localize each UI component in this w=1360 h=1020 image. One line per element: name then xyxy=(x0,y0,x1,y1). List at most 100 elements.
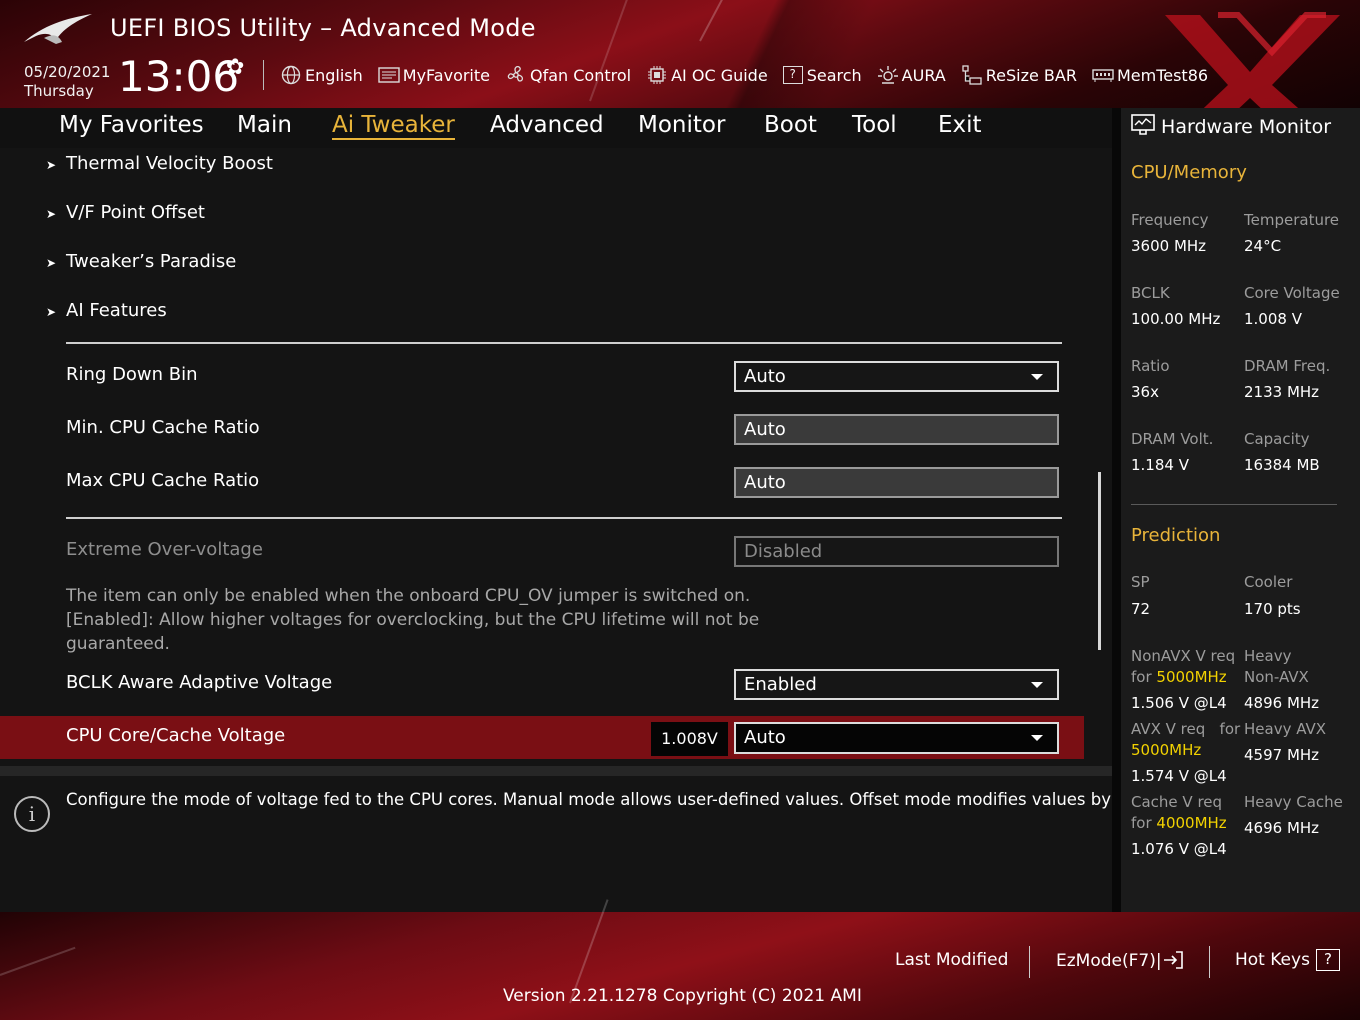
footer-bar: Last Modified EzMode(F7)| Hot Keys? Vers… xyxy=(0,899,1360,1020)
tab-ai-tweaker[interactable]: Ai Tweaker xyxy=(332,112,455,140)
sp-value: 72 xyxy=(1131,600,1151,618)
ezmode-button[interactable]: EzMode(F7)| xyxy=(1056,950,1184,971)
rog-logo xyxy=(24,14,92,44)
help-line: The item can only be enabled when the on… xyxy=(66,586,751,606)
nonavx-freq: 5000MHz xyxy=(1156,668,1227,686)
submenu-tweakers-paradise[interactable]: ➤ Tweaker’s Paradise xyxy=(46,251,236,272)
heavy-nonavx-value: 4896 MHz xyxy=(1244,694,1320,712)
cache-req-value: 1.076 V @L4 xyxy=(1131,840,1227,858)
memory-icon xyxy=(1092,64,1114,86)
ring-down-bin-label: Ring Down Bin xyxy=(66,364,198,385)
aioc-button[interactable]: AI OC Guide xyxy=(646,64,768,86)
prediction-heading: Prediction xyxy=(1131,525,1221,546)
for-text: for xyxy=(1131,668,1152,686)
submenu-label: AI Features xyxy=(66,300,167,321)
version-text: Version 2.21.1278 Copyright (C) 2021 AMI xyxy=(503,986,862,1006)
footer-separator xyxy=(1209,946,1210,978)
max-cache-ratio-label: Max CPU Cache Ratio xyxy=(66,470,260,491)
tab-exit[interactable]: Exit xyxy=(938,112,982,138)
search-button[interactable]: ? Search xyxy=(782,66,862,85)
myfavorite-label: MyFavorite xyxy=(402,65,490,85)
chevron-right-icon: ➤ xyxy=(46,256,57,270)
cooler-value: 170 pts xyxy=(1244,600,1301,618)
monitor-icon xyxy=(1131,114,1161,138)
heavy-cache-label: Heavy Cache xyxy=(1244,793,1343,811)
footer-separator xyxy=(1029,946,1030,978)
header-bar: UEFI BIOS Utility – Advanced Mode 05/20/… xyxy=(0,0,1360,145)
frequency-label: Frequency xyxy=(1131,211,1209,229)
date-text: 05/20/2021 xyxy=(24,63,111,81)
gear-icon[interactable]: ✿ xyxy=(226,55,244,80)
tab-advanced[interactable]: Advanced xyxy=(490,112,604,138)
submenu-label: Tweaker’s Paradise xyxy=(66,251,237,272)
frequency-value: 3600 MHz xyxy=(1131,237,1207,255)
temperature-value: 24°C xyxy=(1244,237,1282,255)
info-text: Configure the mode of voltage fed to the… xyxy=(66,790,1161,809)
submenu-thermal-velocity-boost[interactable]: ➤ Thermal Velocity Boost xyxy=(46,153,273,174)
ratio-label: Ratio xyxy=(1131,357,1170,375)
language-button[interactable]: English xyxy=(280,64,363,86)
panel-gap xyxy=(1112,108,1121,912)
clock-display[interactable]: 13:06 xyxy=(118,52,239,102)
min-cache-ratio-label: Min. CPU Cache Ratio xyxy=(66,417,260,438)
section-divider xyxy=(66,342,1062,344)
chevron-right-icon: ➤ xyxy=(46,207,57,221)
bclk-value: 100.00 MHz xyxy=(1131,310,1221,328)
myfavorite-button[interactable]: MyFavorite xyxy=(378,64,490,86)
dram-freq-label: DRAM Freq. xyxy=(1244,357,1331,375)
nonavx-req-label: NonAVX V req xyxy=(1131,647,1236,665)
nonavx-req-for: for 5000MHz xyxy=(1131,668,1227,686)
hotkeys-button[interactable]: Hot Keys? xyxy=(1235,949,1340,971)
dram-freq-value: 2133 MHz xyxy=(1244,383,1320,401)
tab-main[interactable]: Main xyxy=(237,112,292,138)
cpu-memory-heading: CPU/Memory xyxy=(1131,162,1247,183)
hw-title-text: Hardware Monitor xyxy=(1161,116,1332,138)
settings-panel: ➤ Thermal Velocity Boost ➤ V/F Point Offse… xyxy=(0,148,1112,768)
avx-freq: 5000MHz xyxy=(1131,741,1202,759)
qfan-button[interactable]: Qfan Control xyxy=(505,64,631,86)
heavy-avx-label: Heavy AVX xyxy=(1244,720,1327,738)
tab-monitor[interactable]: Monitor xyxy=(638,112,725,138)
dram-volt-label: DRAM Volt. xyxy=(1131,430,1214,448)
search-icon: ? xyxy=(782,66,803,84)
day-text: Thursday xyxy=(24,82,94,100)
aura-light-icon xyxy=(877,64,899,86)
qfan-label: Qfan Control xyxy=(530,65,632,85)
tab-my-favorites[interactable]: My Favorites xyxy=(59,112,204,138)
max-cache-ratio-input[interactable]: Auto xyxy=(734,467,1059,498)
aura-button[interactable]: AURA xyxy=(877,64,946,86)
bclk-label: BCLK xyxy=(1131,284,1170,302)
favorite-list-icon xyxy=(378,64,400,86)
info-icon: i xyxy=(14,796,50,832)
tab-tool[interactable]: Tool xyxy=(852,112,897,138)
fan-icon xyxy=(505,64,527,86)
capacity-label: Capacity xyxy=(1244,430,1310,448)
cache-freq: 4000MHz xyxy=(1156,814,1227,832)
date-display: 05/20/2021 Thursday xyxy=(24,63,110,101)
submenu-vf-point-offset[interactable]: ➤ V/F Point Offset xyxy=(46,202,205,223)
for-text: for xyxy=(1131,814,1152,832)
current-voltage-readout: 1.008V xyxy=(651,722,728,756)
toolbar: English MyFavorite Qfan Control AI OC Gu… xyxy=(280,62,1223,88)
scrollbar[interactable] xyxy=(1098,472,1101,650)
tab-boot[interactable]: Boot xyxy=(764,112,817,138)
exit-arrow-icon xyxy=(1162,951,1184,971)
core-voltage-value: 1.008 V xyxy=(1244,310,1302,328)
min-cache-ratio-input[interactable]: Auto xyxy=(734,414,1059,445)
last-modified-button[interactable]: Last Modified xyxy=(895,950,1008,970)
submenu-label: V/F Point Offset xyxy=(66,202,205,223)
aioc-label: AI OC Guide xyxy=(671,65,768,85)
submenu-ai-features[interactable]: ➤ AI Features xyxy=(46,300,167,321)
ring-down-bin-select[interactable]: Auto xyxy=(734,361,1059,392)
ezmode-label: EzMode(F7)| xyxy=(1056,951,1162,971)
heavy-cache-value: 4696 MHz xyxy=(1244,819,1320,837)
bclk-aware-label: BCLK Aware Adaptive Voltage xyxy=(66,672,333,693)
capacity-value: 16384 MB xyxy=(1244,456,1320,474)
cpu-core-cache-voltage-label: CPU Core/Cache Voltage xyxy=(66,725,286,746)
panel-divider xyxy=(0,766,1112,776)
bclk-aware-select[interactable]: Enabled xyxy=(734,669,1059,700)
cpu-core-cache-voltage-select[interactable]: Auto xyxy=(734,722,1059,754)
heavy-nonavx-label1: Heavy xyxy=(1244,647,1292,665)
resizebar-button[interactable]: ReSize BAR xyxy=(961,64,1077,86)
help-line: [Enabled]: Allow higher voltages for ove… xyxy=(66,610,760,630)
